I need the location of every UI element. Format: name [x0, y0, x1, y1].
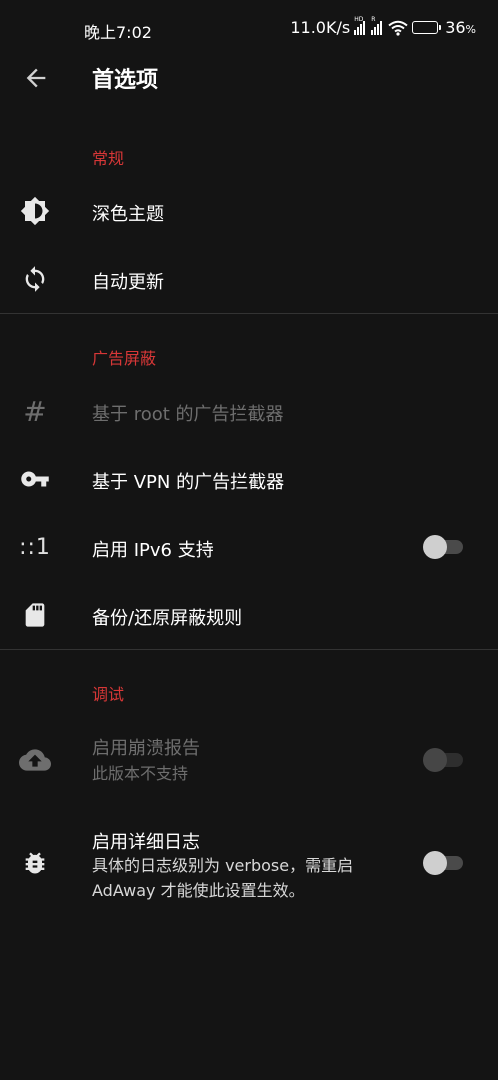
- battery-icon: [412, 21, 442, 34]
- cloud-upload-icon: [18, 743, 52, 777]
- pref-ipv6[interactable]: ::1 启用 IPv6 支持: [0, 516, 498, 578]
- ipv6-icon: ::1: [19, 534, 51, 560]
- app-bar: 首选项: [0, 58, 498, 98]
- arrow-left-icon[interactable]: [22, 64, 50, 92]
- pref-verbose-log[interactable]: 启用详细日志 具体的日志级别为 verbose，需重启 AdAway 才能使此设…: [0, 818, 498, 910]
- page-title: 首选项: [92, 68, 159, 93]
- status-indicators: 11.0K/s HD R 36%: [290, 16, 476, 38]
- battery-percent-sign: %: [465, 23, 476, 36]
- section-header-general: 常规: [92, 149, 125, 168]
- section-header-ad-blocking: 广告屏蔽: [92, 349, 157, 368]
- pref-backup-restore-label: 备份/还原屏蔽规则: [92, 608, 243, 629]
- pref-crash-report-label: 启用崩溃报告: [92, 738, 200, 759]
- pref-verbose-log-summary: 具体的日志级别为 verbose，需重启 AdAway 才能使此设置生效。: [92, 856, 354, 900]
- bug-icon: [18, 846, 52, 880]
- pref-dark-theme[interactable]: 深色主题: [0, 180, 498, 242]
- sd-card-icon: [18, 598, 52, 632]
- pref-root-blocker-label: 基于 root 的广告拦截器: [92, 404, 284, 425]
- status-bar: 晚上7:02 11.0K/s HD R 36%: [0, 0, 498, 58]
- pref-verbose-log-label: 启用详细日志: [92, 832, 200, 853]
- wifi-icon: [388, 20, 408, 36]
- pref-crash-report-summary: 此版本不支持: [92, 764, 189, 783]
- pref-crash-report[interactable]: 启用崩溃报告 此版本不支持: [0, 722, 498, 798]
- section-divider: [0, 313, 498, 314]
- pref-ipv6-label: 启用 IPv6 支持: [92, 540, 214, 561]
- verbose-log-toggle[interactable]: [423, 851, 465, 875]
- ipv6-toggle[interactable]: [423, 535, 465, 559]
- key-icon: [18, 462, 52, 496]
- signal-1-icon: HD: [354, 16, 366, 35]
- status-time: 晚上7:02: [84, 23, 152, 42]
- battery-percent: 36: [445, 18, 466, 37]
- network-speed: 11.0K/s: [290, 18, 351, 37]
- signal-2-tag: R: [371, 15, 376, 23]
- section-divider: [0, 649, 498, 650]
- pref-vpn-blocker[interactable]: 基于 VPN 的广告拦截器: [0, 448, 498, 510]
- pref-dark-theme-label: 深色主题: [92, 204, 164, 225]
- signal-2-icon: R: [371, 16, 383, 35]
- pref-auto-update-label: 自动更新: [92, 272, 164, 293]
- hash-icon: #: [23, 394, 47, 428]
- pref-backup-restore[interactable]: 备份/还原屏蔽规则: [0, 584, 498, 646]
- pref-root-blocker[interactable]: # 基于 root 的广告拦截器: [0, 380, 498, 442]
- signal-1-tag: HD: [354, 15, 364, 23]
- pref-auto-update[interactable]: 自动更新: [0, 248, 498, 310]
- sync-icon: [18, 262, 52, 296]
- pref-vpn-blocker-label: 基于 VPN 的广告拦截器: [92, 472, 285, 493]
- brightness-icon: [18, 194, 52, 228]
- section-header-debug: 调试: [92, 685, 125, 704]
- crash-report-toggle[interactable]: [423, 748, 465, 772]
